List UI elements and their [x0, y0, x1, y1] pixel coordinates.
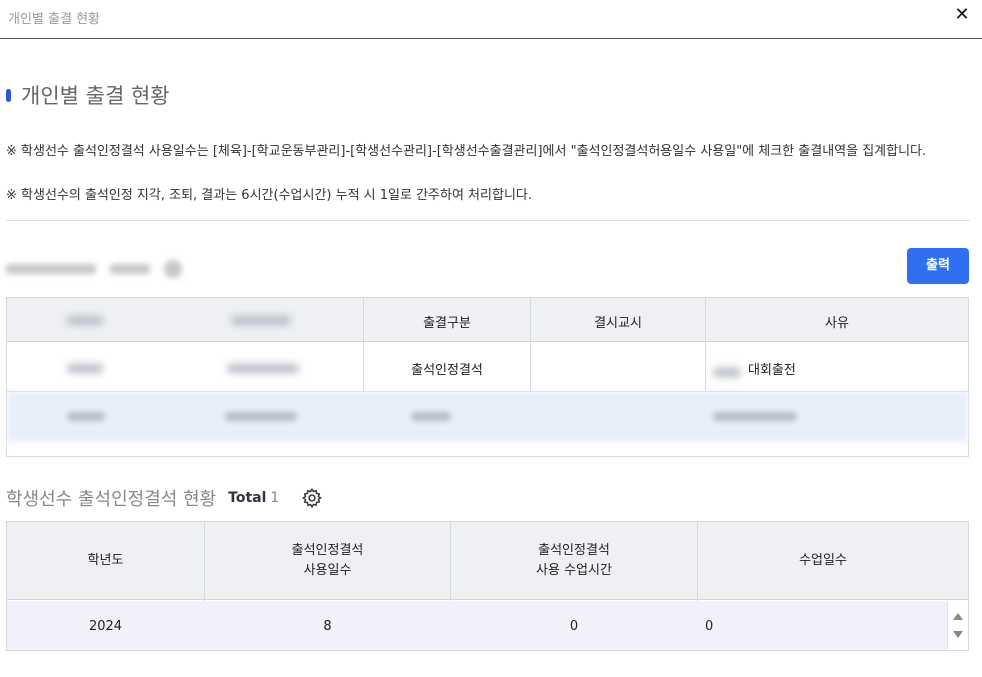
summary-grid: 학년도 출석인정결석 사용일수 출석인정결석 사용 수업시간 수업일수 2024… [6, 521, 969, 651]
column-header-hours-used[interactable]: 출석인정결석 사용 수업시간 [451, 541, 697, 581]
print-button[interactable]: 출력 [907, 248, 969, 284]
days-used-cell: 8 [323, 619, 332, 634]
redacted-filter-bar [6, 258, 226, 282]
notice-text-2: ※ 학생선수의 출석인정 지각, 조퇴, 결과는 6시간(수업시간) 누적 시 … [6, 188, 532, 203]
section-header: 개인별 출결 현황 [6, 80, 170, 110]
attendance-grid: 출결구분 결시교시 사유 출석인정결석 대회출전 [6, 297, 969, 457]
redacted-table-row [7, 392, 968, 442]
vertical-scrollbar[interactable] [947, 601, 968, 650]
gear-icon[interactable] [301, 487, 323, 509]
column-header-period[interactable]: 결시교시 [531, 312, 705, 331]
window-titlebar: 개인별 출결 현황 ✕ [0, 0, 982, 39]
column-header-days-used[interactable]: 출석인정결석 사용일수 [205, 541, 450, 581]
reason-cell: 대회출전 [748, 363, 796, 378]
total-count: 1 [270, 490, 280, 506]
divider [6, 220, 970, 221]
hours-used-cell: 0 [569, 619, 579, 634]
summary-title: 학생선수 출석인정결석 현황 [6, 489, 217, 510]
summary-header: 학생선수 출석인정결석 현황 Total 1 [6, 485, 323, 511]
redacted-header-cells [7, 298, 363, 390]
notice-text-1: ※ 학생선수 출석인정결석 사용일수는 [체육]-[학교운동부관리]-[학생선수… [6, 144, 927, 159]
section-marker [6, 88, 11, 102]
close-icon[interactable]: ✕ [950, 3, 974, 27]
scroll-down-icon[interactable] [953, 631, 963, 638]
column-header-type[interactable]: 출결구분 [364, 312, 530, 331]
window-title: 개인별 출결 현황 [8, 12, 100, 27]
class-days-cell: 0 [705, 619, 714, 634]
total-label: Total [228, 490, 267, 506]
column-header-class-days[interactable]: 수업일수 [698, 551, 948, 571]
section-title: 개인별 출결 현황 [21, 84, 170, 108]
column-header-year[interactable]: 학년도 [7, 551, 204, 571]
attendance-type-cell: 출석인정결석 [411, 363, 483, 378]
column-header-reason[interactable]: 사유 [706, 312, 968, 331]
scroll-up-icon[interactable] [953, 613, 963, 620]
year-cell: 2024 [88, 619, 123, 634]
redacted-reason-prefix [707, 348, 747, 388]
